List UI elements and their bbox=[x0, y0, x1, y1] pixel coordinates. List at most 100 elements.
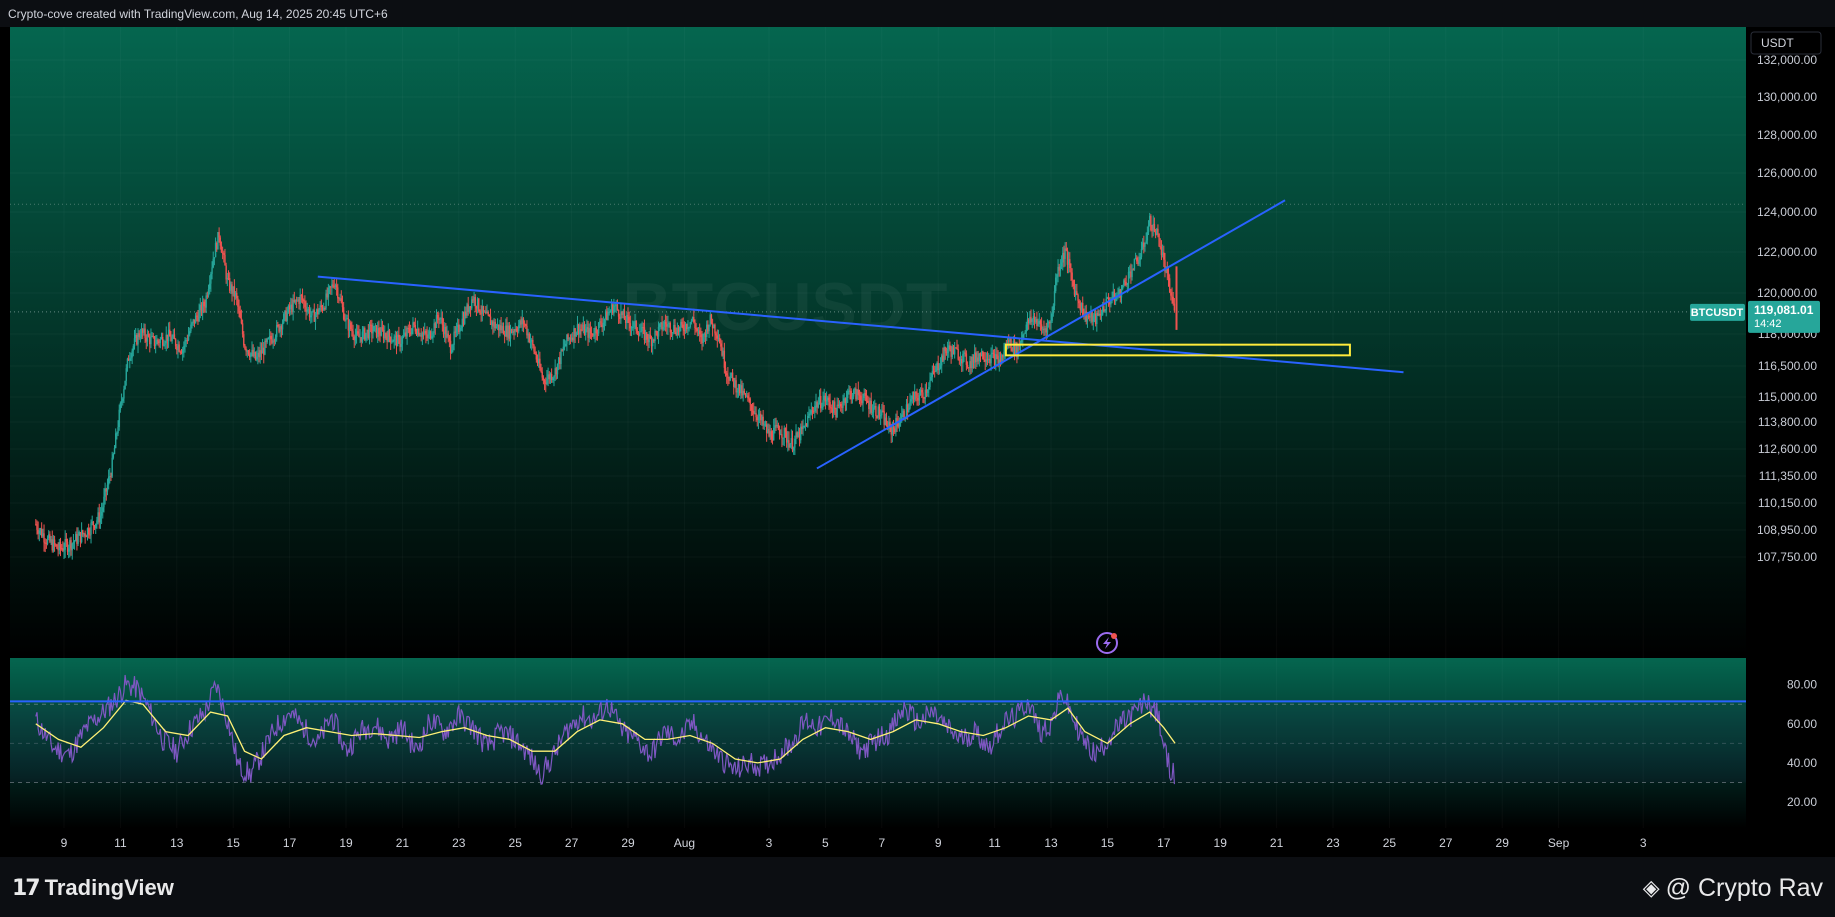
candle-body bbox=[681, 321, 683, 325]
candle-body bbox=[964, 352, 966, 354]
currency-badge[interactable]: USDT bbox=[1750, 31, 1822, 55]
candle-body bbox=[218, 232, 220, 238]
candle-body bbox=[597, 322, 600, 334]
candle-body bbox=[990, 353, 992, 364]
candle-body bbox=[782, 437, 784, 439]
candle-body bbox=[690, 320, 693, 323]
candle-body bbox=[194, 315, 197, 324]
y-tick-label: 110,150.00 bbox=[1758, 496, 1817, 510]
candle-body bbox=[264, 340, 266, 355]
chart-area[interactable]: BTCUSDT 132,000.00 130,000.00 128,000.00 12… bbox=[0, 27, 1835, 857]
candle-body bbox=[163, 345, 165, 347]
candle-body bbox=[402, 335, 405, 338]
candle-body bbox=[535, 353, 538, 360]
candle-body bbox=[1145, 240, 1147, 244]
candle-body bbox=[425, 331, 427, 335]
x-tick-label: 29 bbox=[1496, 836, 1510, 850]
candle-body bbox=[120, 401, 123, 403]
candle-body bbox=[144, 328, 146, 338]
candle-body bbox=[533, 345, 535, 352]
candle-body bbox=[139, 336, 142, 338]
bottom-bar bbox=[0, 857, 1835, 917]
candle-body bbox=[679, 326, 681, 332]
candle-body bbox=[1166, 268, 1169, 274]
candle-body bbox=[688, 327, 690, 329]
candle-body bbox=[129, 358, 131, 361]
candle-body bbox=[1173, 303, 1176, 311]
candle-body bbox=[600, 321, 602, 325]
candle-body bbox=[715, 333, 717, 336]
candle-body bbox=[212, 258, 214, 268]
candle-body bbox=[926, 389, 929, 393]
candle-body bbox=[1139, 256, 1141, 260]
candle-body bbox=[1051, 313, 1053, 321]
rsi-tick-label: 80.00 bbox=[1787, 678, 1817, 692]
x-tick-label: 21 bbox=[1270, 836, 1284, 850]
candle-body bbox=[845, 398, 848, 404]
candle-body bbox=[36, 524, 38, 530]
tradingview-wordmark: TradingView bbox=[44, 875, 174, 900]
candle-body bbox=[862, 398, 864, 404]
candle-body bbox=[627, 314, 629, 317]
candle-body bbox=[181, 349, 184, 354]
candle-body bbox=[478, 298, 480, 311]
x-tick-label: 3 bbox=[1640, 836, 1647, 850]
candle-body bbox=[992, 352, 995, 355]
candle-body bbox=[130, 357, 132, 359]
candle-body bbox=[1158, 233, 1160, 247]
candle-body bbox=[731, 372, 734, 379]
candle-body bbox=[352, 331, 354, 337]
candle-body bbox=[1147, 225, 1150, 232]
candle-body bbox=[187, 334, 190, 341]
candle-body bbox=[1133, 258, 1136, 270]
btcusdt-chart[interactable]: BTCUSDT 132,000.00 130,000.00 128,000.00 12… bbox=[0, 27, 1835, 857]
candle-body bbox=[1163, 252, 1165, 260]
candle-body bbox=[718, 338, 721, 344]
candle-body bbox=[646, 332, 648, 340]
candle-body bbox=[755, 413, 757, 418]
symbol-tag-text: BTCUSDT bbox=[1691, 307, 1744, 319]
candle-body bbox=[1124, 280, 1126, 283]
candle-body bbox=[63, 549, 65, 551]
candle-body bbox=[878, 406, 881, 417]
candle-body bbox=[357, 331, 359, 334]
candle-body bbox=[164, 343, 166, 346]
candle-body bbox=[553, 376, 555, 379]
candle-body bbox=[857, 389, 859, 395]
candle-body bbox=[939, 365, 942, 369]
tradingview-logo[interactable]: 17 TradingView bbox=[12, 875, 174, 901]
candle-body bbox=[1060, 262, 1063, 267]
x-tick-label: 11 bbox=[988, 836, 1001, 850]
x-tick-label: 11 bbox=[114, 836, 127, 850]
candle-body bbox=[247, 350, 250, 355]
rsi-band-fill bbox=[10, 704, 1746, 783]
candle-body bbox=[828, 397, 830, 402]
candle-body bbox=[102, 507, 104, 512]
candle-body bbox=[471, 299, 473, 309]
candle-body bbox=[563, 346, 566, 348]
candle-body bbox=[956, 347, 958, 349]
candle-body bbox=[909, 401, 911, 409]
candle-body bbox=[789, 444, 791, 448]
candle-body bbox=[944, 347, 946, 352]
candle-body bbox=[1003, 351, 1005, 358]
top-bar: Crypto-cove created with TradingView.com… bbox=[0, 0, 1835, 27]
candle-body bbox=[342, 307, 345, 320]
candle-body bbox=[1056, 274, 1058, 278]
candle-body bbox=[340, 298, 342, 303]
candle-body bbox=[852, 390, 855, 397]
candle-body bbox=[842, 402, 844, 408]
last-price-badge: 119,081.0114:42 bbox=[1748, 300, 1820, 333]
candle-body bbox=[723, 350, 726, 368]
candle-body bbox=[488, 314, 491, 317]
candle-body bbox=[727, 375, 729, 379]
candle-body bbox=[946, 348, 949, 354]
x-tick-label: 3 bbox=[766, 836, 773, 850]
candle-body bbox=[825, 400, 828, 402]
x-tick-label: 13 bbox=[1044, 836, 1058, 850]
y-tick-label: 107,750.00 bbox=[1757, 550, 1817, 564]
candle-body bbox=[596, 333, 599, 335]
candle-body bbox=[453, 331, 455, 345]
candle-body bbox=[649, 334, 652, 339]
candle-body bbox=[636, 330, 639, 334]
